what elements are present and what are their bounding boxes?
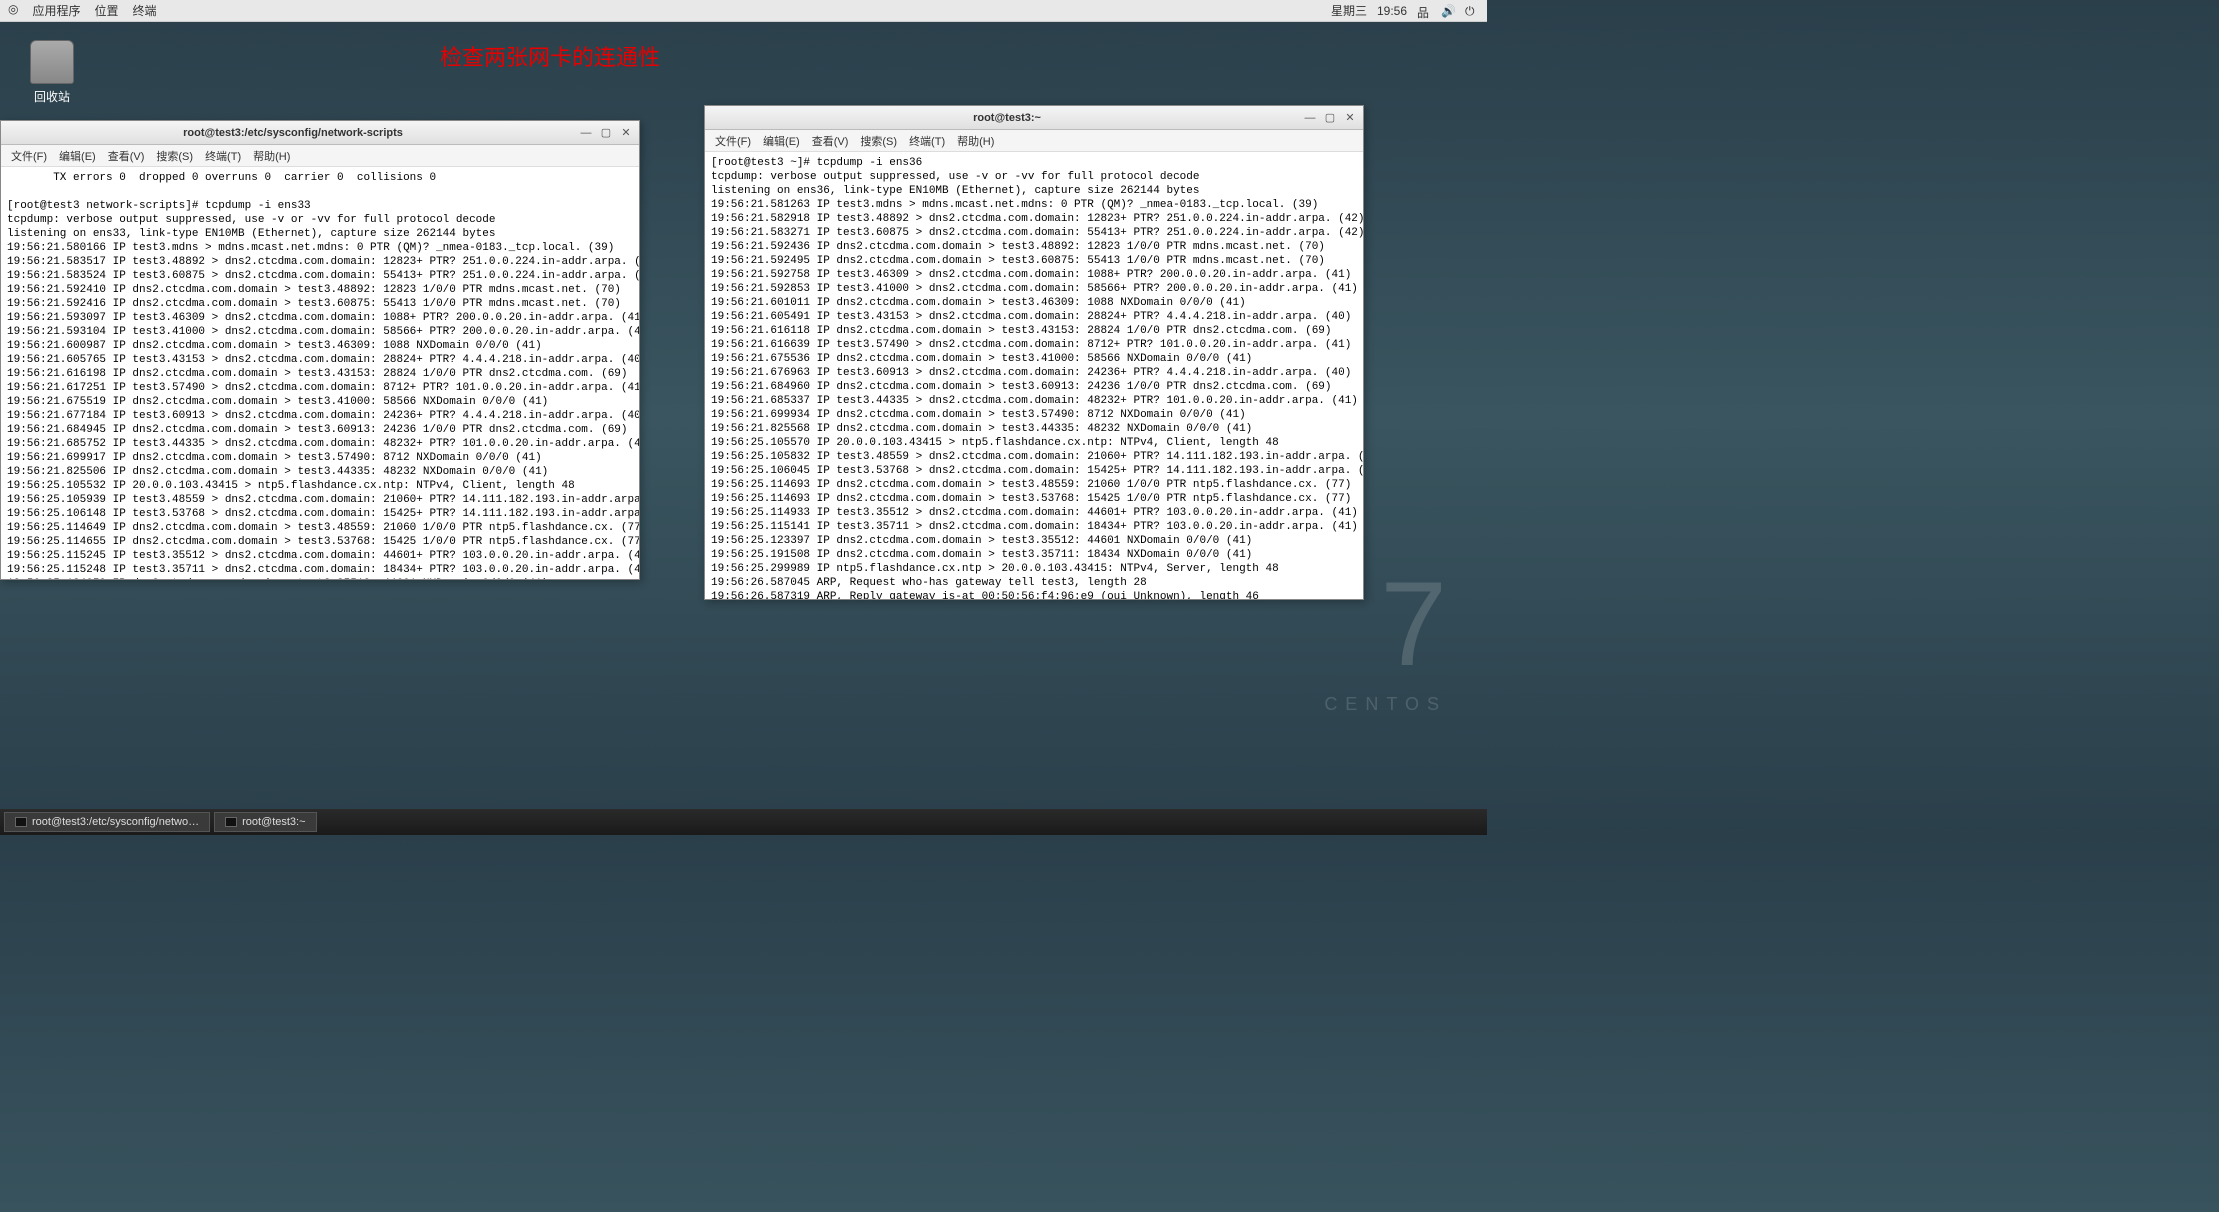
centos-version: 7 [1324, 564, 1447, 684]
taskbar-item[interactable]: root@test3:~ [214, 812, 316, 832]
volume-icon[interactable]: 🔊 [1441, 4, 1455, 18]
terminal-icon [225, 817, 237, 827]
terminal-window-1: root@test3:/etc/sysconfig/network-script… [0, 120, 640, 580]
terminal-icon [15, 817, 27, 827]
menu-help[interactable]: 帮助(H) [249, 146, 294, 166]
close-button[interactable]: ✕ [619, 126, 633, 140]
maximize-button[interactable]: ▢ [1323, 111, 1337, 125]
power-icon[interactable]: ⏻ [1465, 4, 1479, 18]
menu-file[interactable]: 文件(F) [711, 131, 755, 151]
menu-file[interactable]: 文件(F) [7, 146, 51, 166]
taskbar: root@test3:/etc/sysconfig/netwo… root@te… [0, 809, 1487, 835]
trash-icon[interactable]: 回收站 [30, 40, 74, 105]
top-menu-bar: ◎ 应用程序 位置 终端 星期三 19:56 品 🔊 ⏻ [0, 0, 1487, 22]
window-title: root@test3:~ [711, 112, 1303, 124]
clock-day[interactable]: 星期三 [1331, 2, 1367, 19]
menu-help[interactable]: 帮助(H) [953, 131, 998, 151]
taskbar-item[interactable]: root@test3:/etc/sysconfig/netwo… [4, 812, 210, 832]
taskbar-item-label: root@test3:/etc/sysconfig/netwo… [32, 816, 199, 828]
terminal-menubar: 文件(F) 编辑(E) 查看(V) 搜索(S) 终端(T) 帮助(H) [1, 145, 639, 167]
titlebar[interactable]: root@test3:~ — ▢ ✕ [705, 106, 1363, 130]
terminal-output[interactable]: TX errors 0 dropped 0 overruns 0 carrier… [1, 167, 639, 579]
terminal-output[interactable]: [root@test3 ~]# tcpdump -i ens36 tcpdump… [705, 152, 1363, 599]
terminal-menubar: 文件(F) 编辑(E) 查看(V) 搜索(S) 终端(T) 帮助(H) [705, 130, 1363, 152]
menu-search[interactable]: 搜索(S) [152, 146, 197, 166]
menu-view[interactable]: 查看(V) [808, 131, 853, 151]
menu-terminal[interactable]: 终端(T) [201, 146, 245, 166]
centos-wallpaper-logo: 7 CENTOS [1324, 564, 1447, 715]
menu-applications[interactable]: 应用程序 [32, 2, 80, 19]
minimize-button[interactable]: — [1303, 111, 1317, 125]
menu-view[interactable]: 查看(V) [104, 146, 149, 166]
centos-text: CENTOS [1324, 694, 1447, 715]
minimize-button[interactable]: — [579, 126, 593, 140]
titlebar[interactable]: root@test3:/etc/sysconfig/network-script… [1, 121, 639, 145]
maximize-button[interactable]: ▢ [599, 126, 613, 140]
close-button[interactable]: ✕ [1343, 111, 1357, 125]
menu-edit[interactable]: 编辑(E) [759, 131, 804, 151]
taskbar-item-label: root@test3:~ [242, 816, 305, 828]
menu-search[interactable]: 搜索(S) [856, 131, 901, 151]
menu-places[interactable]: 位置 [95, 2, 119, 19]
gnome-logo-icon[interactable]: ◎ [8, 2, 18, 19]
menu-edit[interactable]: 编辑(E) [55, 146, 100, 166]
annotation-text: 检查两张网卡的连通性 [440, 40, 660, 72]
clock-time[interactable]: 19:56 [1377, 4, 1407, 18]
trash-label: 回收站 [30, 88, 74, 105]
window-title: root@test3:/etc/sysconfig/network-script… [7, 127, 579, 139]
trash-can-icon [30, 40, 74, 84]
network-icon[interactable]: 品 [1417, 4, 1431, 18]
terminal-window-2: root@test3:~ — ▢ ✕ 文件(F) 编辑(E) 查看(V) 搜索(… [704, 105, 1364, 600]
menu-terminal[interactable]: 终端 [133, 2, 157, 19]
menu-terminal[interactable]: 终端(T) [905, 131, 949, 151]
